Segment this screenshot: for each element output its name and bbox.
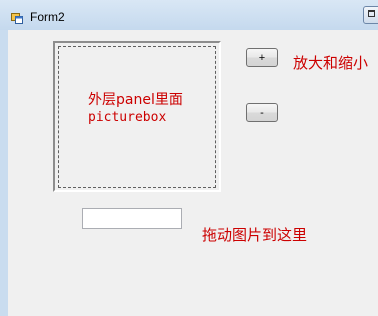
form2-window: Form2 外层panel里面 picturebox + - 放大和缩小 拖动图… [0, 0, 378, 316]
window-icon [368, 10, 375, 17]
zoom-caption: 放大和缩小 [293, 54, 369, 72]
form-app-icon [11, 11, 23, 24]
drag-caption: 拖动图片到这里 [202, 226, 308, 244]
zoom-in-button[interactable]: + [246, 48, 278, 67]
panel-label: 外层panel里面 picturebox [88, 92, 183, 126]
panel-label-line1: 外层panel里面 [88, 92, 183, 108]
title-bar[interactable]: Form2 [0, 0, 378, 30]
panel-label-line2: picturebox [88, 110, 167, 125]
window-title: Form2 [30, 10, 65, 24]
drag-target-input[interactable] [82, 208, 182, 229]
minimize-button[interactable] [363, 6, 378, 24]
zoom-out-button[interactable]: - [246, 103, 278, 122]
